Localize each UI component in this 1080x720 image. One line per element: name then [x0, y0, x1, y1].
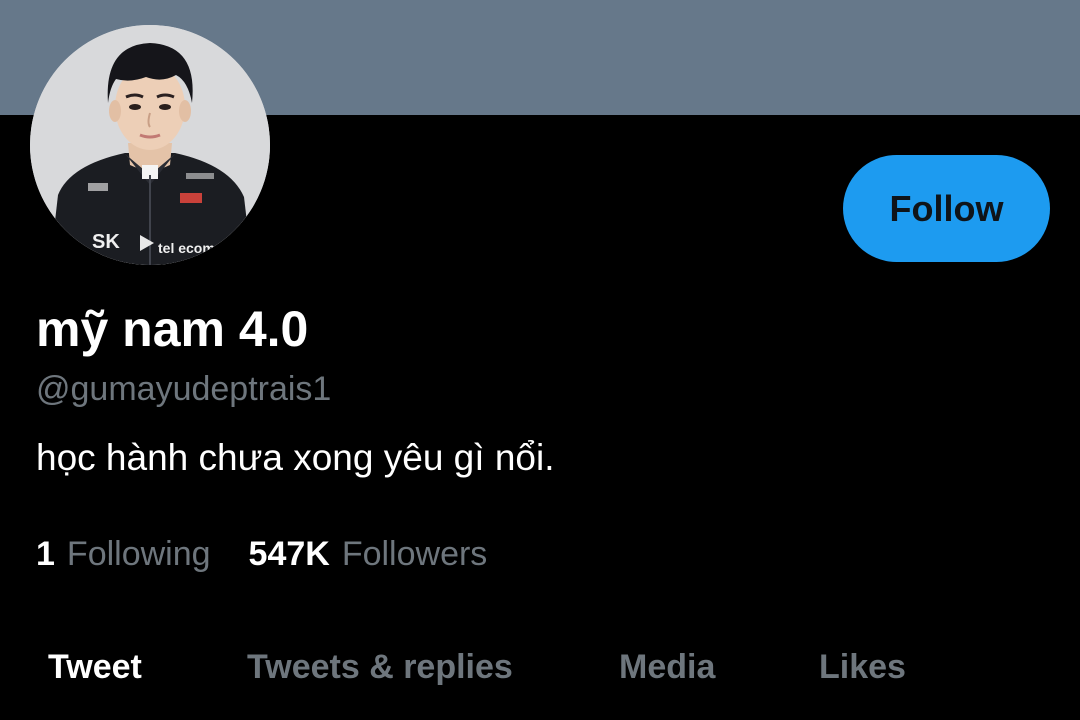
profile-tabs: Tweet Tweets & replies Media Likes [0, 648, 1080, 698]
followers-stat[interactable]: 547K Followers [249, 535, 488, 574]
profile-display-name: mỹ nam 4.0 [36, 301, 309, 357]
following-label: Following [66, 535, 211, 573]
following-stat[interactable]: 1 Following [36, 535, 211, 574]
follow-button[interactable]: Follow [843, 155, 1050, 262]
tab-likes[interactable]: Likes [819, 648, 906, 687]
profile-stats: 1 Following 547K Followers [36, 535, 487, 574]
profile-handle: @gumayudeptrais1 [36, 370, 332, 408]
profile-bio: học hành chưa xong yêu gì nổi. [36, 437, 555, 478]
avatar-brand-right: tel ecom [158, 240, 215, 256]
avatar-brand-left: SK [92, 231, 120, 253]
tab-tweet[interactable]: Tweet [48, 648, 142, 687]
tab-media[interactable]: Media [619, 648, 715, 687]
avatar-photo: SK tel ecom [30, 25, 270, 265]
following-count: 1 [36, 535, 55, 573]
followers-count: 547K [248, 535, 330, 573]
followers-label: Followers [341, 535, 488, 573]
profile-avatar[interactable]: SK tel ecom [30, 25, 270, 265]
tab-tweets-and-replies[interactable]: Tweets & replies [247, 648, 513, 687]
